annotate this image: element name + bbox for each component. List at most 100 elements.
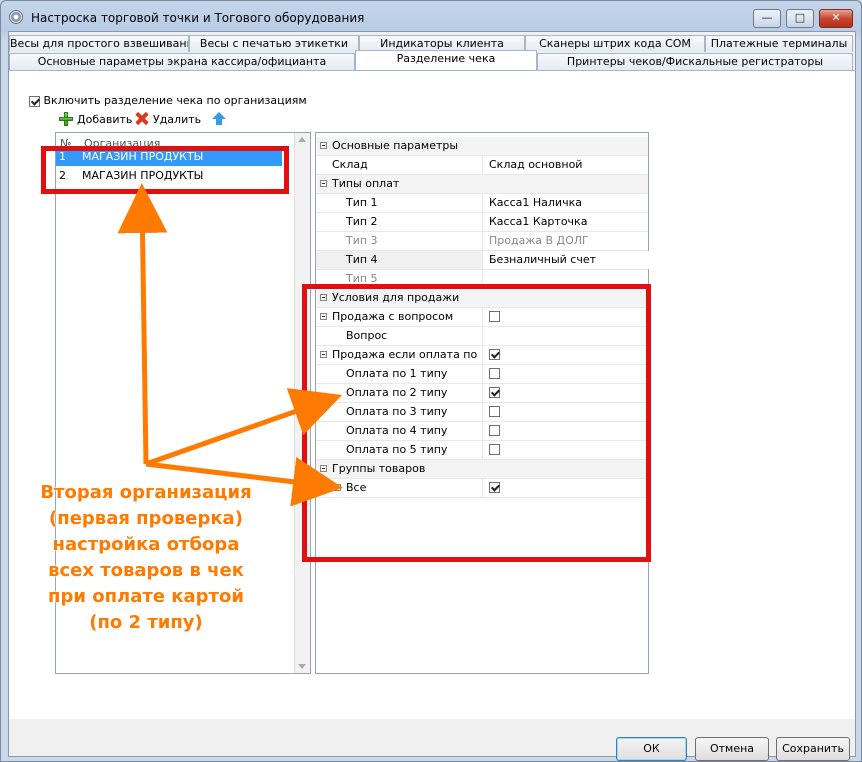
prop-pay-3[interactable]: Оплата по 3 типу [316, 403, 648, 422]
add-button[interactable]: Добавить [59, 111, 132, 127]
prop-label: Вопрос [346, 329, 388, 342]
collapse-icon[interactable] [320, 180, 327, 187]
prop-label: Тип 4 [346, 253, 378, 266]
delete-button[interactable]: Удалить [135, 111, 201, 127]
prop-value[interactable]: Безналичный счет [482, 251, 649, 269]
prop-sale-question[interactable]: Продажа с вопросом [316, 308, 648, 327]
prop-pay-2[interactable]: Оплата по 2 типу [316, 384, 648, 403]
move-up-button[interactable] [212, 111, 226, 127]
delete-button-label: Удалить [153, 112, 202, 126]
close-button[interactable]: ✕ [819, 9, 853, 28]
prop-value[interactable]: Касса1 Наличка [482, 194, 649, 212]
list-item-num: 2 [59, 169, 66, 182]
annotation-line: (по 2 типу) [89, 612, 203, 633]
ok-button[interactable]: ОК [616, 737, 687, 761]
tab-label-scales[interactable]: Весы с печатью этикетки [189, 35, 359, 52]
prop-label: Тип 1 [346, 196, 378, 209]
prop-question[interactable]: Вопрос [316, 327, 648, 346]
sale-if-payment-checkbox[interactable] [489, 348, 500, 360]
list-item-selected[interactable]: 1 МАГАЗИН ПРОДУКТЫ [56, 147, 282, 166]
pay-1-checkbox[interactable] [489, 367, 500, 379]
category-pay-types[interactable]: Типы оплат [316, 175, 648, 194]
prop-label: Оплата по 5 типу [346, 443, 448, 456]
tab-cashier-screen[interactable]: Основные параметры экрана кассира/официа… [9, 53, 355, 70]
annotation-line: всех товаров в чек [48, 560, 244, 581]
prop-value[interactable] [482, 270, 649, 288]
annotation-line: (первая проверка) [49, 508, 243, 529]
prop-type-1[interactable]: Тип 1 Касса1 Наличка [316, 194, 648, 213]
all-checkbox[interactable] [489, 481, 500, 493]
pay-4-checkbox[interactable] [489, 424, 500, 436]
prop-value[interactable] [482, 365, 649, 383]
list-item-num: 1 [59, 150, 66, 163]
prop-value[interactable] [482, 479, 649, 497]
category-basic[interactable]: Основные параметры [316, 137, 648, 156]
prop-value[interactable] [482, 403, 649, 421]
prop-type-5[interactable]: Тип 5 [316, 270, 648, 289]
split-checkbox[interactable] [29, 95, 40, 107]
category-label: Типы оплат [332, 177, 400, 190]
tab-com-scanners[interactable]: Сканеры штрих кода COM [525, 35, 705, 52]
pay-3-checkbox[interactable] [489, 405, 500, 417]
prop-label: Все [346, 481, 367, 494]
prop-value[interactable] [482, 346, 649, 364]
prop-type-3[interactable]: Тип 3 Продажа В ДОЛГ [316, 232, 648, 251]
list-item-name: МАГАЗИН ПРОДУКТЫ [82, 169, 204, 182]
tab-row-2: Основные параметры экрана кассира/официа… [9, 50, 853, 70]
delete-icon [135, 112, 149, 126]
settings-window: Настроска торговой точки и Тогового обор… [0, 0, 862, 762]
prop-label: Оплата по 1 типу [346, 367, 448, 380]
prop-value[interactable] [482, 384, 649, 402]
prop-sale-if-payment[interactable]: Продажа если оплата по [316, 346, 648, 365]
prop-label: Продажа с вопросом [332, 310, 454, 323]
pay-5-checkbox[interactable] [489, 443, 500, 455]
minimize-button[interactable]: — [753, 9, 781, 28]
scroll-up-icon[interactable] [298, 137, 306, 142]
prop-value[interactable] [482, 422, 649, 440]
annotation-line: настройка отбора [52, 534, 240, 555]
prop-all[interactable]: Все [316, 479, 648, 498]
prop-label: Склад [332, 158, 368, 171]
prop-value[interactable]: Продажа В ДОЛГ [482, 232, 649, 250]
prop-pay-4[interactable]: Оплата по 4 типу [316, 422, 648, 441]
cancel-button[interactable]: Отмена [695, 737, 769, 761]
list-item[interactable]: 2 МАГАЗИН ПРОДУКТЫ [56, 166, 282, 185]
category-label: Группы товаров [332, 462, 426, 475]
prop-label: Тип 2 [346, 215, 378, 228]
annotation-line: при оплате картой [48, 586, 244, 607]
split-checkbox-row[interactable]: Включить разделение чека по организациям [29, 94, 307, 107]
category-sale-conditions[interactable]: Условия для продажи [316, 289, 648, 308]
expand-icon[interactable] [334, 484, 341, 491]
tab-receipt-printers[interactable]: Принтеры чеков/Фискальные регистраторы [537, 53, 853, 70]
property-grid[interactable]: Основные параметры Склад Склад основной … [315, 132, 649, 674]
prop-type-2[interactable]: Тип 2 Касса1 Карточка [316, 213, 648, 232]
prop-value[interactable]: Касса1 Карточка [482, 213, 649, 231]
prop-value[interactable] [482, 327, 649, 345]
prop-value[interactable] [482, 441, 649, 459]
collapse-icon[interactable] [320, 313, 327, 320]
maximize-button[interactable]: □ [786, 9, 814, 28]
scroll-down-icon[interactable] [298, 664, 306, 669]
collapse-icon[interactable] [320, 294, 327, 301]
tab-simple-scales[interactable]: Весы для простого взвешивания [9, 35, 189, 52]
sale-question-checkbox[interactable] [489, 310, 500, 322]
prop-pay-1[interactable]: Оплата по 1 типу [316, 365, 648, 384]
prop-label: Оплата по 2 типу [346, 386, 448, 399]
prop-value[interactable] [482, 308, 649, 326]
prop-label: Оплата по 3 типу [346, 405, 448, 418]
prop-warehouse[interactable]: Склад Склад основной [316, 156, 648, 175]
category-product-groups[interactable]: Группы товаров [316, 460, 648, 479]
prop-pay-5[interactable]: Оплата по 5 типу [316, 441, 648, 460]
client-area: Весы для простого взвешивания Весы с печ… [8, 31, 856, 761]
pay-2-checkbox[interactable] [489, 386, 500, 398]
prop-value[interactable]: Склад основной [482, 156, 649, 174]
category-label: Условия для продажи [332, 291, 460, 304]
list-scrollbar[interactable] [294, 133, 310, 673]
collapse-icon[interactable] [320, 465, 327, 472]
save-button[interactable]: Сохранить [776, 737, 850, 761]
collapse-icon[interactable] [320, 142, 327, 149]
prop-type-4[interactable]: Тип 4 Безналичный счет [316, 251, 649, 270]
collapse-icon[interactable] [320, 351, 327, 358]
tab-payment-terminals[interactable]: Платежные терминалы [705, 35, 853, 52]
tab-check-split[interactable]: Разделение чека [355, 50, 537, 70]
